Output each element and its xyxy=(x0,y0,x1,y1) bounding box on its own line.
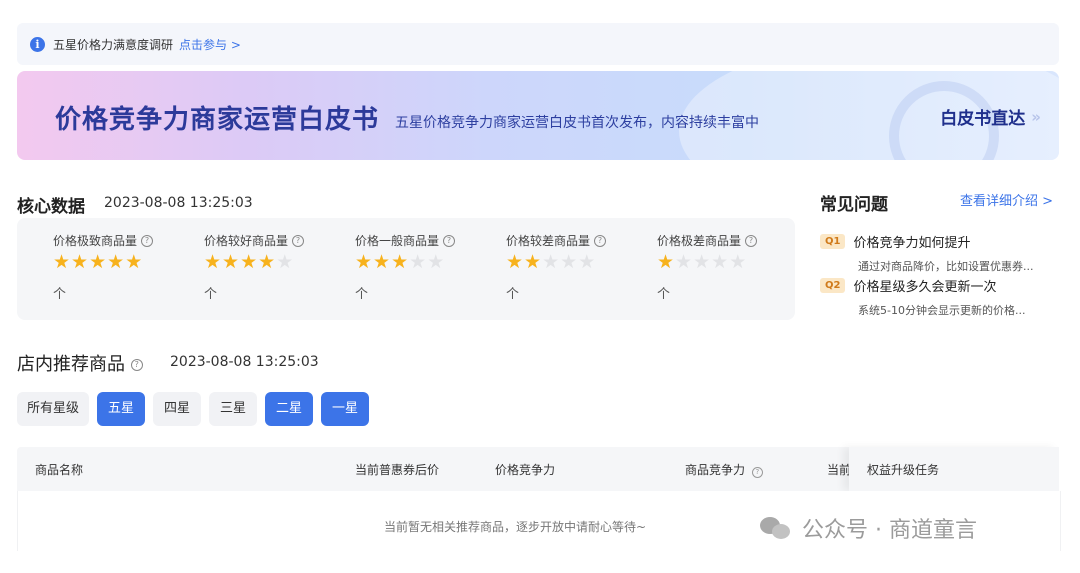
help-icon[interactable]: ? xyxy=(292,234,305,247)
banner-title: 价格竞争力商家运营白皮书 xyxy=(55,105,380,135)
star-empty-icon: ★ xyxy=(675,251,694,273)
metric-item: 价格较差商品量? ★★★★★ 个 xyxy=(506,232,646,302)
info-icon: i xyxy=(30,36,45,52)
fixed-column-header: 权益升级任务 xyxy=(849,447,1059,491)
star-rating: ★★★★★ xyxy=(53,251,193,273)
star-rating: ★★★★★ xyxy=(204,251,344,273)
faq-item[interactable]: Q1 价格竞争力如何提升 通过对商品降价，比如设置优惠券... xyxy=(820,232,1060,274)
faq-answer: 通过对商品降价，比如设置优惠券... xyxy=(858,260,1034,273)
whitepaper-link-label: 白皮书直达 xyxy=(940,109,1026,129)
banner-subtitle: 五星价格竞争力商家运营白皮书首次发布，内容持续丰富中 xyxy=(395,115,759,131)
metric-item: 价格极致商品量? ★★★★★ 个 xyxy=(53,232,193,302)
star-empty-icon: ★ xyxy=(711,251,730,273)
star-filled-icon: ★ xyxy=(125,251,144,273)
whitepaper-link[interactable]: 白皮书直达 » xyxy=(940,104,1041,130)
recommend-title-label: 店内推荐商品 xyxy=(17,354,125,375)
notice-participate-link[interactable]: 点击参与 > xyxy=(179,36,241,53)
core-data-title: 核心数据 xyxy=(17,197,85,217)
faq-question[interactable]: 价格竞争力如何提升 xyxy=(853,232,970,251)
star-rating: ★★★★★ xyxy=(506,251,646,273)
metric-label: 价格较好商品量 xyxy=(204,234,289,248)
filter-all-stars[interactable]: 所有星级 xyxy=(17,392,90,426)
star-filled-icon: ★ xyxy=(524,251,543,273)
help-icon[interactable]: ? xyxy=(594,234,607,247)
faq-badge: Q2 xyxy=(820,278,846,293)
watermark: 公众号 · 商道童言 xyxy=(760,512,977,544)
faq-answer: 系统5-10分钟会显示更新的价格... xyxy=(858,304,1026,317)
metric-value: 个 xyxy=(204,287,218,302)
help-icon[interactable]: ? xyxy=(130,359,143,371)
metric-item: 价格较好商品量? ★★★★★ 个 xyxy=(204,232,344,302)
faq-badge: Q1 xyxy=(820,234,846,249)
filter-two-star[interactable]: 二星 xyxy=(265,392,314,426)
metric-label: 价格极差商品量 xyxy=(657,234,742,248)
star-filled-icon: ★ xyxy=(258,251,277,273)
filter-four-star[interactable]: 四星 xyxy=(153,392,202,426)
column-header: 价格竞争力 xyxy=(495,463,556,477)
column-header-label: 商品竞争力 xyxy=(685,463,746,477)
star-rating: ★★★★★ xyxy=(657,251,797,273)
star-filter-group: 所有星级 五星 四星 三星 二星 一星 xyxy=(17,392,370,426)
help-icon[interactable]: ? xyxy=(751,467,763,478)
star-empty-icon: ★ xyxy=(560,251,579,273)
star-empty-icon: ★ xyxy=(729,251,748,273)
metric-label: 价格极致商品量 xyxy=(53,234,138,248)
star-filled-icon: ★ xyxy=(506,251,525,273)
metric-item: 价格一般商品量? ★★★★★ 个 xyxy=(355,232,495,302)
table-header: 商品名称 当前普惠券后价 价格竞争力 商品竞争力 ? 当前 权益升级任务 xyxy=(17,447,1059,491)
star-filled-icon: ★ xyxy=(373,251,392,273)
metric-label: 价格一般商品量 xyxy=(355,234,440,248)
watermark-text: 公众号 · 商道童言 xyxy=(802,518,977,543)
star-empty-icon: ★ xyxy=(542,251,561,273)
filter-five-star[interactable]: 五星 xyxy=(97,392,146,426)
faq-question[interactable]: 价格星级多久会更新一次 xyxy=(853,276,996,295)
metric-value: 个 xyxy=(53,287,67,302)
star-filled-icon: ★ xyxy=(240,251,259,273)
double-chevron-right-icon: » xyxy=(1031,107,1041,126)
metric-label: 价格较差商品量 xyxy=(506,234,591,248)
empty-state-text: 当前暂无相关推荐商品，逐步开放中请耐心等待~ xyxy=(384,520,647,534)
core-data-card: 价格极致商品量? ★★★★★ 个 价格较好商品量? ★★★★★ 个 价格一般商品… xyxy=(17,218,795,320)
survey-notice-bar: i 五星价格力满意度调研 点击参与 > xyxy=(17,23,1059,65)
star-filled-icon: ★ xyxy=(89,251,108,273)
star-filled-icon: ★ xyxy=(107,251,126,273)
wechat-icon xyxy=(760,515,794,541)
faq-details-link[interactable]: 查看详细介绍 > xyxy=(960,190,1053,209)
star-empty-icon: ★ xyxy=(276,251,295,273)
filter-one-star[interactable]: 一星 xyxy=(321,392,370,426)
metric-value: 个 xyxy=(657,287,671,302)
notice-text: 五星价格力满意度调研 xyxy=(53,37,174,52)
star-empty-icon: ★ xyxy=(409,251,428,273)
metric-value: 个 xyxy=(506,287,520,302)
metric-value: 个 xyxy=(355,287,369,302)
help-icon[interactable]: ? xyxy=(443,234,456,247)
core-data-timestamp: 2023-08-08 13:25:03 xyxy=(104,195,253,211)
recommend-timestamp: 2023-08-08 13:25:03 xyxy=(170,354,319,370)
star-empty-icon: ★ xyxy=(578,251,597,273)
help-icon[interactable]: ? xyxy=(141,234,154,247)
column-header: 商品名称 xyxy=(35,463,84,477)
star-empty-icon: ★ xyxy=(427,251,446,273)
column-header: 权益升级任务 xyxy=(867,463,940,477)
help-icon[interactable]: ? xyxy=(745,234,758,247)
star-filled-icon: ★ xyxy=(71,251,90,273)
star-filled-icon: ★ xyxy=(204,251,223,273)
star-filled-icon: ★ xyxy=(355,251,374,273)
filter-three-star[interactable]: 三星 xyxy=(209,392,258,426)
column-header: 当前 xyxy=(827,463,852,477)
recommend-title: 店内推荐商品 ? xyxy=(17,350,143,376)
star-filled-icon: ★ xyxy=(222,251,241,273)
faq-title: 常见问题 xyxy=(820,195,888,215)
star-filled-icon: ★ xyxy=(53,251,72,273)
star-empty-icon: ★ xyxy=(693,251,712,273)
column-header: 当前普惠券后价 xyxy=(355,463,440,477)
star-filled-icon: ★ xyxy=(391,251,410,273)
column-header: 商品竞争力 ? xyxy=(685,461,763,478)
faq-item[interactable]: Q2 价格星级多久会更新一次 系统5-10分钟会显示更新的价格... xyxy=(820,276,1060,318)
whitepaper-banner[interactable]: 价格竞争力商家运营白皮书 五星价格竞争力商家运营白皮书首次发布，内容持续丰富中 … xyxy=(17,71,1059,160)
star-rating: ★★★★★ xyxy=(355,251,495,273)
star-filled-icon: ★ xyxy=(657,251,676,273)
metric-item: 价格极差商品量? ★★★★★ 个 xyxy=(657,232,797,302)
